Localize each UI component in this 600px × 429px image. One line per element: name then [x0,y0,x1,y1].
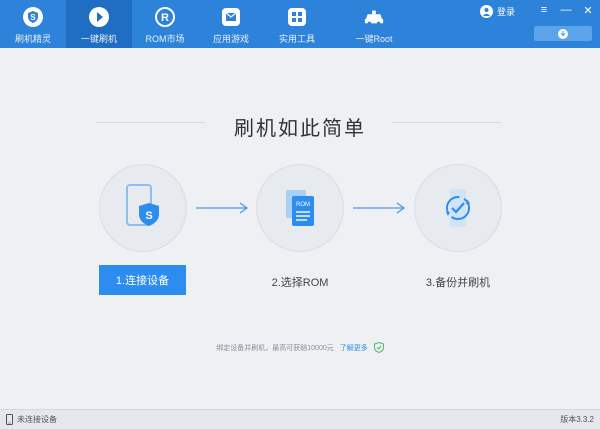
nav-label: 一键刷机 [80,34,117,44]
shield-badge-icon [373,342,384,353]
user-icon [480,5,493,18]
download-button[interactable] [534,26,592,41]
promo-line: 绑定设备并刷机，最高可获赔10000元 了解更多 [0,342,600,353]
connection-status-label: 未连接设备 [17,415,57,424]
svg-text:S: S [145,210,152,222]
close-icon[interactable]: ✕ [582,4,594,17]
status-bar: 未连接设备 版本3.3.2 [0,409,600,429]
divider [392,122,502,123]
nav-item-one-click-root[interactable]: 一键Root [330,0,418,48]
nav-label: 刷机精灵 [14,34,51,44]
step-rom-label: 2.选择ROM [271,277,329,289]
nav-item-one-click-flash[interactable]: 一键刷机 [66,0,132,48]
download-icon [558,28,568,39]
step-backup-circle [414,164,502,252]
top-bar: S 刷机精灵 一键刷机 R ROM市场 应用游戏 实用工具 一键Root 登录 … [0,0,600,48]
minimize-icon[interactable]: — [560,4,572,17]
step-connect-button[interactable]: 1.连接设备 [99,265,186,295]
mail-icon [220,6,242,28]
shield-s-icon: S [22,6,44,28]
version-label: 版本3.3.2 [560,415,594,424]
phone-icon [6,414,13,425]
nav-label: 应用游戏 [212,34,249,44]
login-button[interactable]: 登录 [480,5,515,18]
root-car-icon [363,6,385,28]
rom-r-icon: R [154,6,176,28]
backup-clock-icon [446,189,470,227]
arrow-icon [353,202,406,214]
nav-label: ROM市场 [145,34,185,44]
connection-status: 未连接设备 [6,414,57,425]
phone-shield-icon: S [126,184,159,226]
svg-text:ROM: ROM [296,202,310,208]
top-right-controls: 登录 ≡ — ✕ [470,0,600,48]
page-title: 刷机如此简单 [234,118,366,140]
step-backup-label: 3.备份并刷机 [425,277,491,289]
promo-text: 绑定设备并刷机，最高可获赔10000元 [216,344,334,352]
nav-item-tools[interactable]: 实用工具 [264,0,330,48]
nav-item-rom-market[interactable]: R ROM市场 [132,0,198,48]
svg-text:S: S [30,13,36,22]
title-section: 刷机如此简单 [0,108,600,140]
arrow-icon [196,202,249,214]
nav-label: 实用工具 [278,34,315,44]
login-label: 登录 [497,7,516,17]
rom-files-icon: ROM [286,190,314,226]
main-nav: S 刷机精灵 一键刷机 R ROM市场 应用游戏 实用工具 一键Root [0,0,418,48]
nav-item-apps-games[interactable]: 应用游戏 [198,0,264,48]
play-icon [88,6,110,28]
menu-icon[interactable]: ≡ [538,4,550,17]
learn-more-link[interactable]: 了解更多 [340,343,368,353]
grid-icon [286,6,308,28]
nav-item-shuaji-jingling[interactable]: S 刷机精灵 [0,0,66,48]
step-rom-circle: ROM [256,164,344,252]
step-connect-circle: S [99,164,187,252]
nav-label: 一键Root [355,34,393,44]
window-controls: ≡ — ✕ [538,4,594,17]
svg-text:R: R [161,12,169,24]
